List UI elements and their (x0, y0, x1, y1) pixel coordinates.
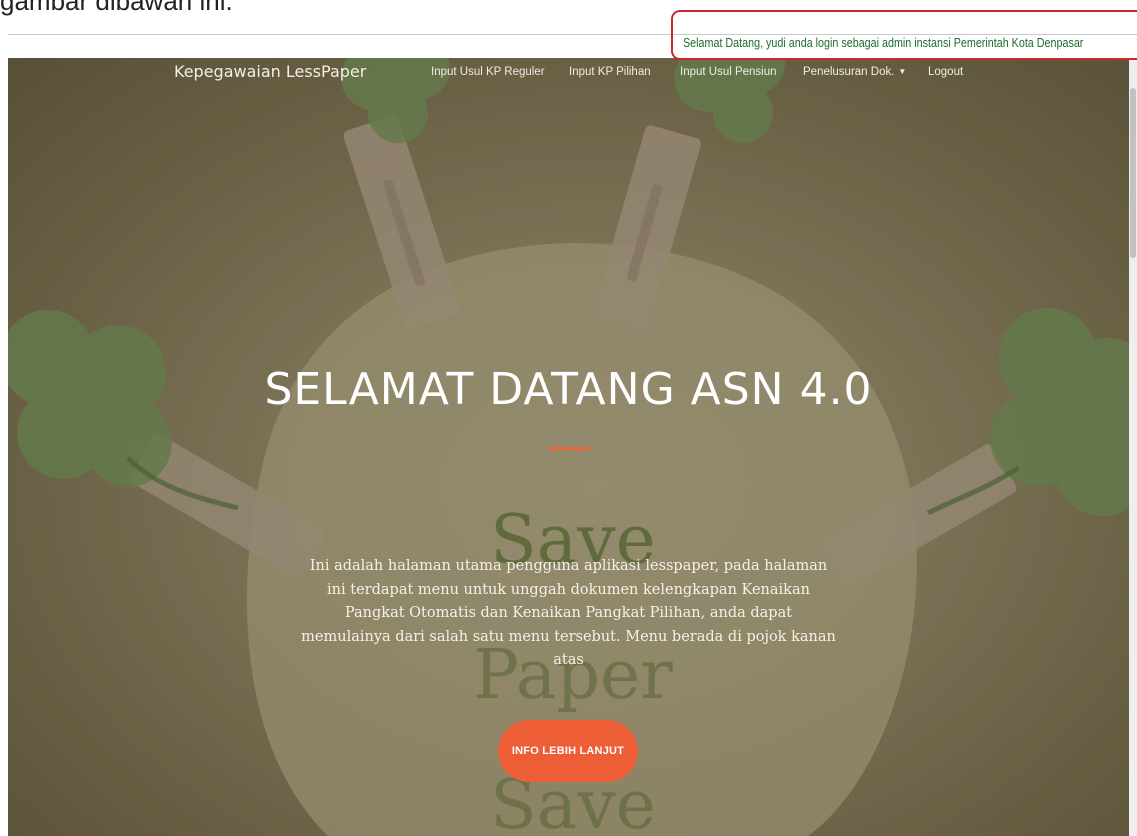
nav-item-penelusuran-dok-dropdown[interactable]: Penelusuran Dok. ▼ (803, 66, 906, 78)
caret-down-icon: ▼ (898, 67, 907, 76)
welcome-message: Selamat Datang, yudi anda login sebagai … (683, 36, 1084, 50)
nav-item-label: Input KP Pilihan (569, 66, 651, 78)
hero-divider (548, 447, 590, 450)
hero-title: SELAMAT DATANG ASN 4.0 (264, 364, 873, 415)
nav-item-input-kp-pilihan[interactable]: Input KP Pilihan (569, 66, 651, 78)
nav-item-input-usul-pensiun[interactable]: Input Usul Pensiun (680, 66, 777, 78)
nav-item-label: Input Usul Pensiun (680, 66, 777, 78)
navbar-brand[interactable]: Kepegawaian LessPaper (174, 62, 366, 81)
document-caption: gambar dibawah ini. (0, 0, 233, 16)
welcome-highlight-box (671, 10, 1137, 60)
nav-item-label: Input Usul KP Reguler (431, 66, 545, 78)
nav-item-input-usul-kp-reguler[interactable]: Input Usul KP Reguler (431, 66, 545, 78)
nav-item-logout[interactable]: Logout (928, 66, 963, 78)
hero-description: Ini adalah halaman utama pengguna aplika… (301, 558, 836, 668)
nav-item-label: Logout (928, 66, 964, 78)
page-scrollbar[interactable] (1129, 58, 1137, 836)
nav-item-label: Penelusuran Dok. (803, 66, 895, 78)
scrollbar-thumb[interactable] (1130, 88, 1136, 258)
info-lebih-lanjut-button[interactable]: INFO LEBIH LANJUT (498, 720, 638, 782)
